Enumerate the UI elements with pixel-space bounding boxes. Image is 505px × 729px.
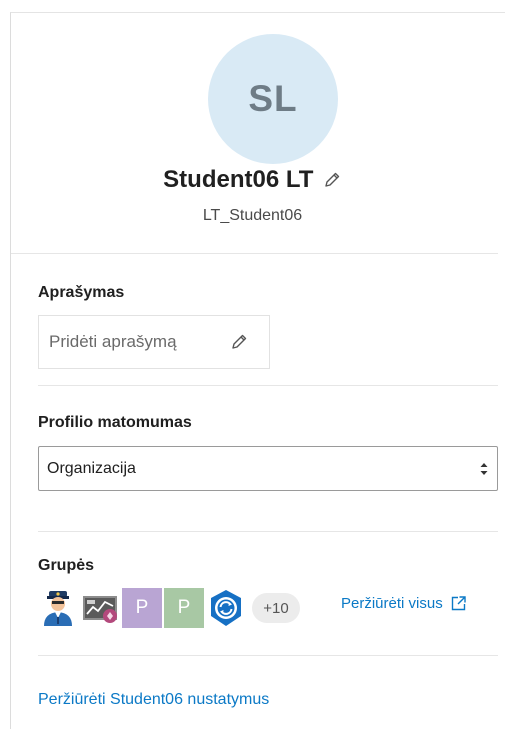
group-avatar-p[interactable]: P <box>164 588 204 628</box>
edit-description-pencil-icon[interactable] <box>229 332 249 352</box>
visibility-select[interactable]: Organizacija <box>38 446 498 491</box>
avatar-initials: SL <box>248 78 298 119</box>
group-police-officer-icon[interactable] <box>38 588 78 628</box>
visibility-title: Profilio matomumas <box>38 414 192 431</box>
divider <box>38 655 498 656</box>
divider <box>38 531 498 532</box>
visibility-selected-value: Organizacija <box>47 459 136 477</box>
view-all-groups-label: Peržiūrėti visus <box>341 595 443 612</box>
profile-username: LT_Student06 <box>202 207 303 224</box>
profile-name: Student06 LT <box>163 166 314 193</box>
description-field[interactable]: Pridėti aprašymą <box>38 315 270 369</box>
avatar: SL <box>208 34 338 164</box>
external-link-icon <box>451 596 466 611</box>
divider <box>11 253 498 254</box>
profile-name-row: Student06 LT <box>0 166 505 194</box>
select-arrows-icon <box>480 463 488 475</box>
view-all-groups-link[interactable]: Peržiūrėti visus <box>341 595 466 612</box>
group-sync-shield-icon[interactable] <box>206 588 246 628</box>
group-map-dashboard-icon[interactable] <box>80 588 120 628</box>
description-placeholder: Pridėti aprašymą <box>49 332 177 351</box>
view-settings-link[interactable]: Peržiūrėti Student06 nustatymus <box>38 691 269 709</box>
map-dashboard-icon <box>83 596 117 623</box>
more-groups-badge[interactable]: +10 <box>252 593 300 623</box>
groups-title: Grupės <box>38 557 95 574</box>
police-officer-icon <box>44 591 72 626</box>
description-title: Aprašymas <box>38 284 125 301</box>
sync-shield-icon <box>211 590 241 626</box>
divider <box>38 385 498 386</box>
edit-name-pencil-icon[interactable] <box>322 170 342 190</box>
group-avatar-p[interactable]: P <box>122 588 162 628</box>
groups-list: P P +10 <box>38 588 300 628</box>
